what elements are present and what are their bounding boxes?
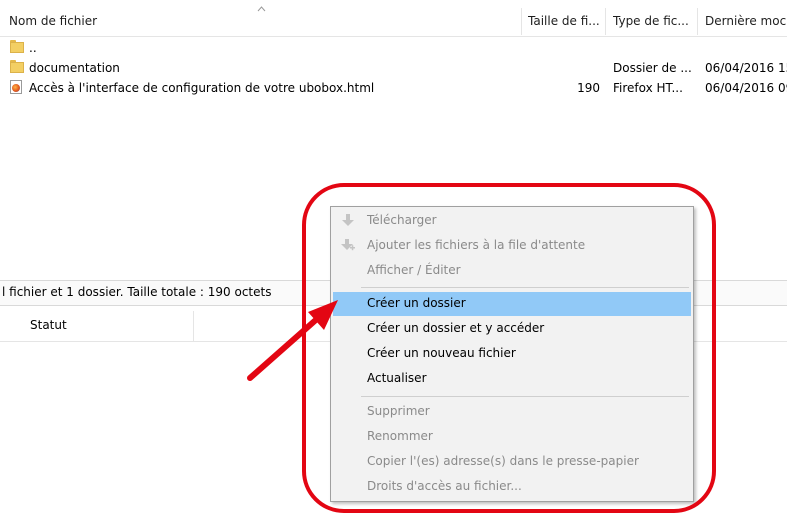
file-name: ..	[29, 41, 37, 55]
column-header-status[interactable]: Statut	[30, 318, 67, 332]
file-row-parent[interactable]: ..	[0, 38, 787, 58]
file-type: Dossier de ...	[613, 61, 692, 75]
annotation-arrow-icon	[247, 300, 338, 381]
file-name: documentation	[29, 61, 120, 75]
column-separator[interactable]	[697, 8, 698, 35]
folder-icon	[10, 40, 24, 54]
annotation-highlight-circle	[302, 183, 716, 513]
sort-ascending-icon	[257, 6, 266, 12]
column-header-filename[interactable]: Nom de fichier	[9, 14, 509, 28]
column-separator[interactable]	[605, 8, 606, 35]
file-size: 190	[577, 81, 600, 95]
file-modified: 06/04/2016 15	[705, 61, 787, 75]
file-modified: 06/04/2016 09	[705, 81, 787, 95]
column-header-size[interactable]: Taille de fi...	[528, 14, 602, 28]
column-header-modified[interactable]: Dernière moc	[705, 14, 787, 28]
file-row-documentation[interactable]: documentation Dossier de ... 06/04/2016 …	[0, 58, 787, 78]
status-text: l fichier et 1 dossier. Taille totale : …	[2, 285, 272, 299]
column-separator[interactable]	[193, 311, 194, 341]
file-list-header: Nom de fichier Taille de fi... Type de f…	[0, 5, 787, 37]
column-header-type[interactable]: Type de fic...	[613, 14, 693, 28]
file-row-html[interactable]: Accès à l'interface de configuration de …	[0, 78, 787, 98]
folder-icon	[10, 60, 24, 74]
html-file-icon	[10, 80, 22, 94]
column-separator[interactable]	[521, 8, 522, 35]
file-type: Firefox HT...	[613, 81, 683, 95]
file-name: Accès à l'interface de configuration de …	[29, 81, 375, 95]
